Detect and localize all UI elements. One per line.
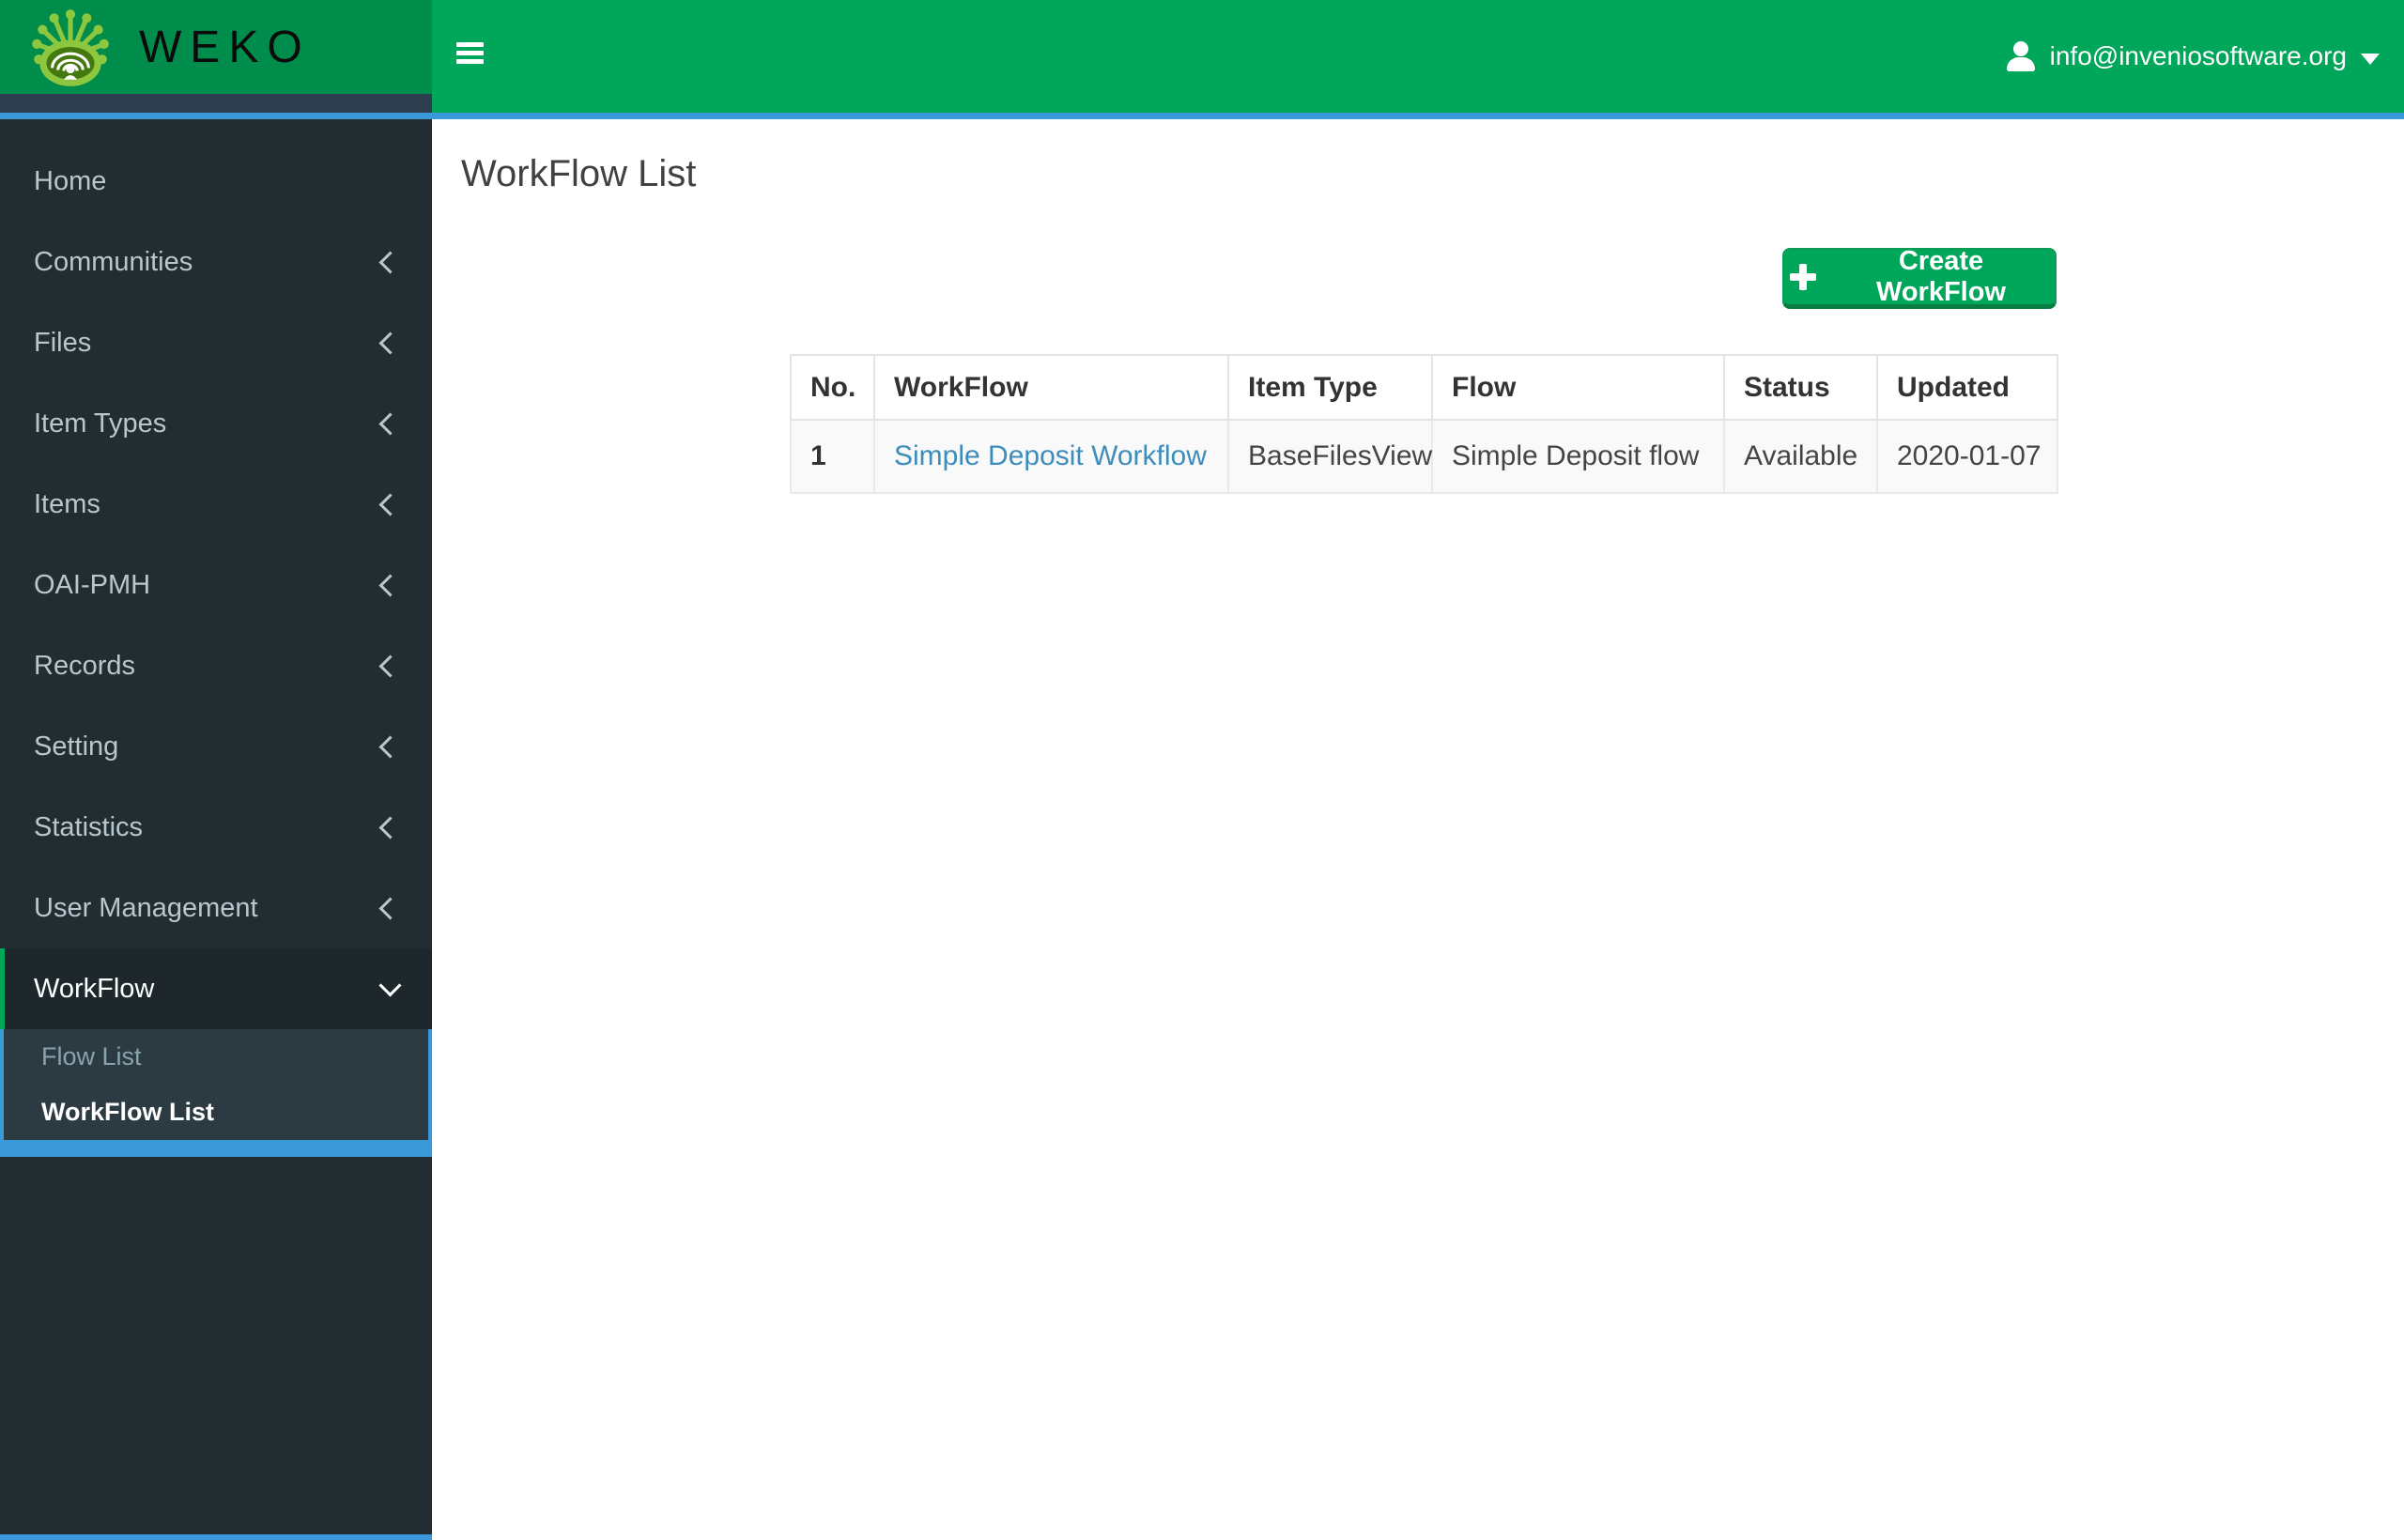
chevron-left-icon [378,573,402,597]
hamburger-menu-button[interactable] [456,42,484,68]
cell-status: Available [1723,419,1878,494]
sidebar-item-setting[interactable]: Setting [0,706,432,787]
create-workflow-button[interactable]: Create WorkFlow [1782,246,2057,309]
page-title: WorkFlow List [461,153,697,194]
workflow-submenu: Flow List WorkFlow List [0,1029,432,1157]
table-row: 1 Simple Deposit Workflow BaseFilesView … [790,419,2058,494]
sidebar-item-oai-pmh[interactable]: OAI-PMH [0,545,432,625]
table-header-row: No. WorkFlow Item Type Flow Status Updat… [790,354,2058,421]
hamburger-icon [456,42,484,47]
sidebar-item-item-types[interactable]: Item Types [0,383,432,464]
chevron-left-icon [378,654,402,678]
sidebar-item-workflow[interactable]: WorkFlow [0,948,432,1029]
navbar: info@inveniosoftware.org [432,0,2404,113]
col-header-flow: Flow [1431,354,1725,421]
cell-workflow: Simple Deposit Workflow [873,419,1229,494]
chevron-down-icon [378,973,402,997]
header-accent-line [0,113,2404,119]
chevron-left-icon [378,331,402,355]
user-email: info@inveniosoftware.org [2049,41,2347,70]
chevron-left-icon [378,896,402,920]
chevron-left-icon [378,734,402,759]
col-header-item-type: Item Type [1227,354,1433,421]
chevron-left-icon [378,250,402,274]
user-menu[interactable]: info@inveniosoftware.org [2006,0,2380,113]
person-icon [2006,41,2036,71]
brand-name: WEKO [139,22,311,72]
cell-updated: 2020-01-07 [1876,419,2058,494]
main-content: WorkFlow List Create WorkFlow No. WorkFl… [432,119,2404,1540]
chevron-left-icon [378,411,402,436]
brand-logo[interactable]: WEKO [0,0,432,94]
create-workflow-label: Create WorkFlow [1875,246,2007,307]
plus-icon [1790,264,1816,290]
col-header-no: No. [790,354,875,421]
sidebar-item-communities[interactable]: Communities [0,222,432,302]
submenu-item-flow-list[interactable]: Flow List [4,1029,428,1085]
sidebar-item-user-management[interactable]: User Management [0,868,432,948]
chevron-left-icon [378,492,402,516]
submenu-item-workflow-list[interactable]: WorkFlow List [4,1085,428,1140]
cell-no: 1 [790,419,875,494]
sidebar-item-statistics[interactable]: Statistics [0,787,432,868]
sidebar-item-home[interactable]: Home [0,141,432,222]
sidebar-item-records[interactable]: Records [0,625,432,706]
col-header-status: Status [1723,354,1878,421]
cell-flow: Simple Deposit flow [1431,419,1725,494]
weko-logo-icon [32,9,109,86]
sidebar-menu: Home Communities Files Item Types Items … [0,119,432,1029]
col-header-workflow: WorkFlow [873,354,1229,421]
chevron-left-icon [378,815,402,839]
weko-admin-page: WEKO info@inveniosoftware.org Home Commu… [0,0,2404,1540]
sidebar: Home Communities Files Item Types Items … [0,119,432,1540]
sidebar-item-files[interactable]: Files [0,302,432,383]
sidebar-accent-line [0,1534,432,1540]
workflow-table: No. WorkFlow Item Type Flow Status Updat… [790,354,2058,494]
caret-down-icon [2361,54,2380,65]
sidebar-item-items[interactable]: Items [0,464,432,545]
workflow-link[interactable]: Simple Deposit Workflow [894,440,1207,471]
cell-item-type: BaseFilesView [1227,419,1433,494]
logo-strip [0,94,432,113]
col-header-updated: Updated [1876,354,2058,421]
